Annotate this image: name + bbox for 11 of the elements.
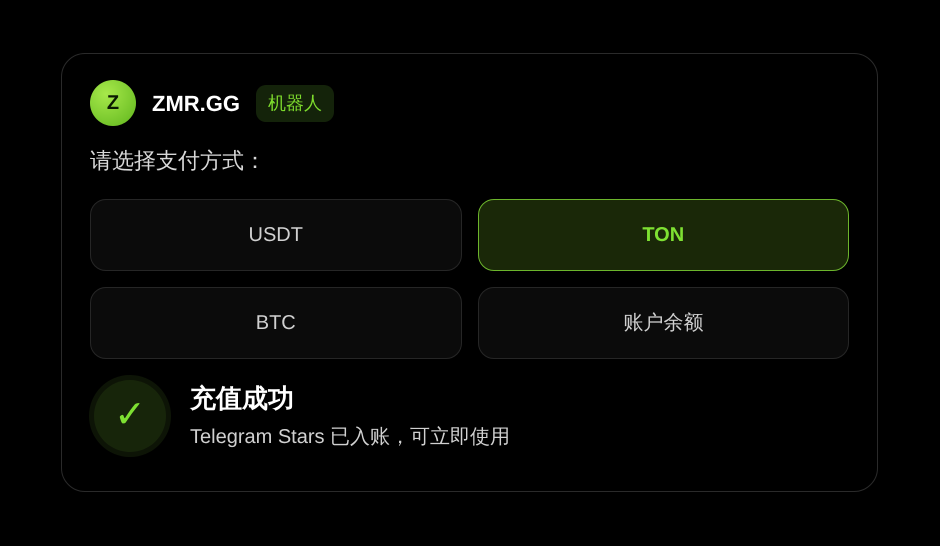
payment-option[interactable]: USDT xyxy=(90,199,462,271)
status-message: Telegram Stars 已入账，可立即使用 xyxy=(190,425,510,450)
bot-name: ZMR.GG xyxy=(152,90,240,118)
bot-tag: 机器人 xyxy=(256,84,334,122)
success-icon: ✓ xyxy=(94,380,166,452)
status-title: 充值成功 xyxy=(190,382,295,415)
payment-option[interactable]: 账户余额 xyxy=(478,287,849,359)
payment-option[interactable]: TON xyxy=(478,199,849,271)
prompt-text: 请选择支付方式： xyxy=(90,147,267,175)
payment-option[interactable]: BTC xyxy=(90,287,462,359)
avatar: Z xyxy=(90,80,136,126)
